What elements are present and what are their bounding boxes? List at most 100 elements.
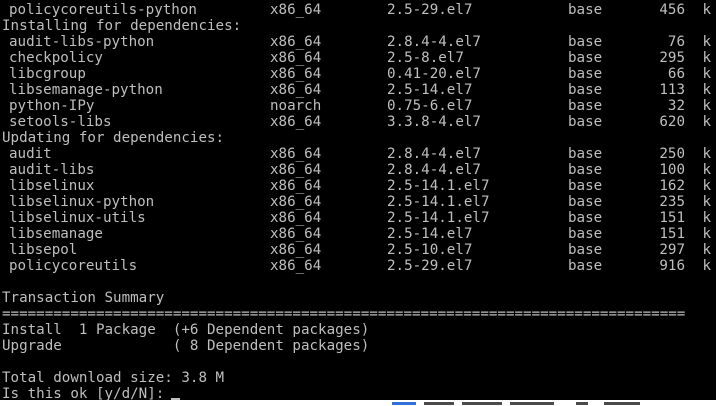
package-row: libsemanage-python x86_64 2.5-14.el7 base 11… xyxy=(2,82,714,98)
package-arch: x86_64 xyxy=(270,2,322,18)
package-repo: base xyxy=(568,146,603,162)
package-version: 2.5-10.el7 xyxy=(387,242,473,258)
package-row: audit-libs x86_64 2.8.4-4.el7 base 100 k xyxy=(2,162,714,178)
package-repo: base xyxy=(568,50,603,66)
package-size: 113 xyxy=(659,82,685,98)
package-arch: x86_64 xyxy=(270,162,322,178)
package-arch: x86_64 xyxy=(270,194,322,210)
package-name: libcgroup xyxy=(9,66,86,82)
package-version: 2.5-14.el7 xyxy=(387,82,473,98)
package-arch: x86_64 xyxy=(270,226,322,242)
package-version: 2.5-29.el7 xyxy=(387,258,473,274)
package-size: 66 xyxy=(667,66,685,82)
taskbar-icon-gray xyxy=(424,402,454,405)
package-repo: base xyxy=(568,98,603,114)
package-repo: base xyxy=(568,162,603,178)
package-size-unit: k xyxy=(702,66,711,82)
package-repo: base xyxy=(568,34,603,50)
package-name: policycoreutils xyxy=(9,258,138,274)
taskbar-icon-gray xyxy=(462,402,502,405)
package-row: libselinux x86_64 2.5-14.1.el7 base 162 k xyxy=(2,178,714,194)
package-version: 2.8.4-4.el7 xyxy=(387,162,481,178)
package-row: policycoreutils x86_64 2.5-29.el7 base 916 k xyxy=(2,258,714,274)
window-edge xyxy=(716,0,721,400)
package-size: 151 xyxy=(659,210,685,226)
terminal-output: policycoreutils-python x86_64 2.5-29.el7 ba… xyxy=(2,2,714,400)
install-summary: Install 1 Package (+6 Dependent packages… xyxy=(2,322,714,338)
package-arch: x86_64 xyxy=(270,34,322,50)
package-version: 2.5-8.el7 xyxy=(387,50,464,66)
package-arch: x86_64 xyxy=(270,66,322,82)
package-arch: x86_64 xyxy=(270,242,322,258)
section-header-updating: Updating for dependencies: xyxy=(2,130,714,146)
package-size-unit: k xyxy=(702,50,711,66)
confirm-prompt-text: Is this ok [y/d/N]: xyxy=(2,386,165,400)
package-row: audit-libs-python x86_64 2.8.4-4.el7 base 76… xyxy=(2,34,714,50)
package-repo: base xyxy=(568,114,603,130)
package-size-unit: k xyxy=(702,162,711,178)
package-arch: x86_64 xyxy=(270,258,322,274)
package-size: 295 xyxy=(659,50,685,66)
taskbar-icon-gray xyxy=(576,402,588,405)
package-version: 0.41-20.el7 xyxy=(387,66,481,82)
package-name: policycoreutils-python xyxy=(9,2,197,18)
package-size-unit: k xyxy=(702,34,711,50)
confirm-prompt: Is this ok [y/d/N]: xyxy=(2,386,714,400)
package-name: checkpolicy xyxy=(9,50,103,66)
package-size: 297 xyxy=(659,242,685,258)
package-name: libsepol xyxy=(9,242,78,258)
package-repo: base xyxy=(568,226,603,242)
package-size: 250 xyxy=(659,146,685,162)
package-row: audit x86_64 2.8.4-4.el7 base 250 k xyxy=(2,146,714,162)
package-version: 2.5-29.el7 xyxy=(387,2,473,18)
package-repo: base xyxy=(568,178,603,194)
package-size-unit: k xyxy=(702,146,711,162)
package-name: libselinux-utils xyxy=(9,210,146,226)
package-size: 32 xyxy=(667,98,685,114)
package-arch: x86_64 xyxy=(270,146,322,162)
package-size-unit: k xyxy=(702,210,711,226)
package-row: policycoreutils-python x86_64 2.5-29.el7 ba… xyxy=(2,2,714,18)
package-version: 2.8.4-4.el7 xyxy=(387,34,481,50)
package-name: audit-libs-python xyxy=(9,34,155,50)
package-version: 0.75-6.el7 xyxy=(387,98,473,114)
package-arch: noarch xyxy=(270,98,322,114)
package-version: 2.5-14.el7 xyxy=(387,226,473,242)
package-row: python-IPy noarch 0.75-6.el7 base 32 k xyxy=(2,98,714,114)
package-version: 2.5-14.1.el7 xyxy=(387,194,490,210)
package-size-unit: k xyxy=(702,194,711,210)
transaction-summary-title-text: Transaction Summary xyxy=(2,290,165,306)
package-name: libselinux xyxy=(9,178,95,194)
package-name: setools-libs xyxy=(9,114,112,130)
package-size-unit: k xyxy=(702,226,711,242)
download-size-text: Total download size: 3.8 M xyxy=(2,370,225,386)
package-repo: base xyxy=(568,82,603,98)
package-name: audit xyxy=(9,146,52,162)
package-size: 916 xyxy=(659,258,685,274)
package-size: 76 xyxy=(667,34,685,50)
separator-line-text: ========================================… xyxy=(2,306,686,322)
terminal-window[interactable]: policycoreutils-python x86_64 2.5-29.el7 ba… xyxy=(0,0,716,400)
package-version: 2.5-14.1.el7 xyxy=(387,178,490,194)
package-size: 151 xyxy=(659,226,685,242)
package-row: libselinux-utils x86_64 2.5-14.1.el7 base 15… xyxy=(2,210,714,226)
package-repo: base xyxy=(568,210,603,226)
taskbar-icon-gray xyxy=(604,402,640,405)
package-size: 620 xyxy=(659,114,685,130)
package-repo: base xyxy=(568,2,603,18)
package-row: libsepol x86_64 2.5-10.el7 base 297 k xyxy=(2,242,714,258)
package-version: 2.8.4-4.el7 xyxy=(387,146,481,162)
package-size-unit: k xyxy=(702,82,711,98)
package-row: checkpolicy x86_64 2.5-8.el7 base 295 k xyxy=(2,50,714,66)
package-size-unit: k xyxy=(702,178,711,194)
package-name: audit-libs xyxy=(9,162,95,178)
package-arch: x86_64 xyxy=(270,178,322,194)
upgrade-summary: Upgrade ( 8 Dependent packages) xyxy=(2,338,714,354)
taskbar-icon-gray xyxy=(510,402,554,405)
transaction-summary-title: Transaction Summary xyxy=(2,290,714,306)
taskbar-icon-blue xyxy=(392,402,416,405)
download-size: Total download size: 3.8 M xyxy=(2,370,714,386)
package-size-unit: k xyxy=(702,258,711,274)
